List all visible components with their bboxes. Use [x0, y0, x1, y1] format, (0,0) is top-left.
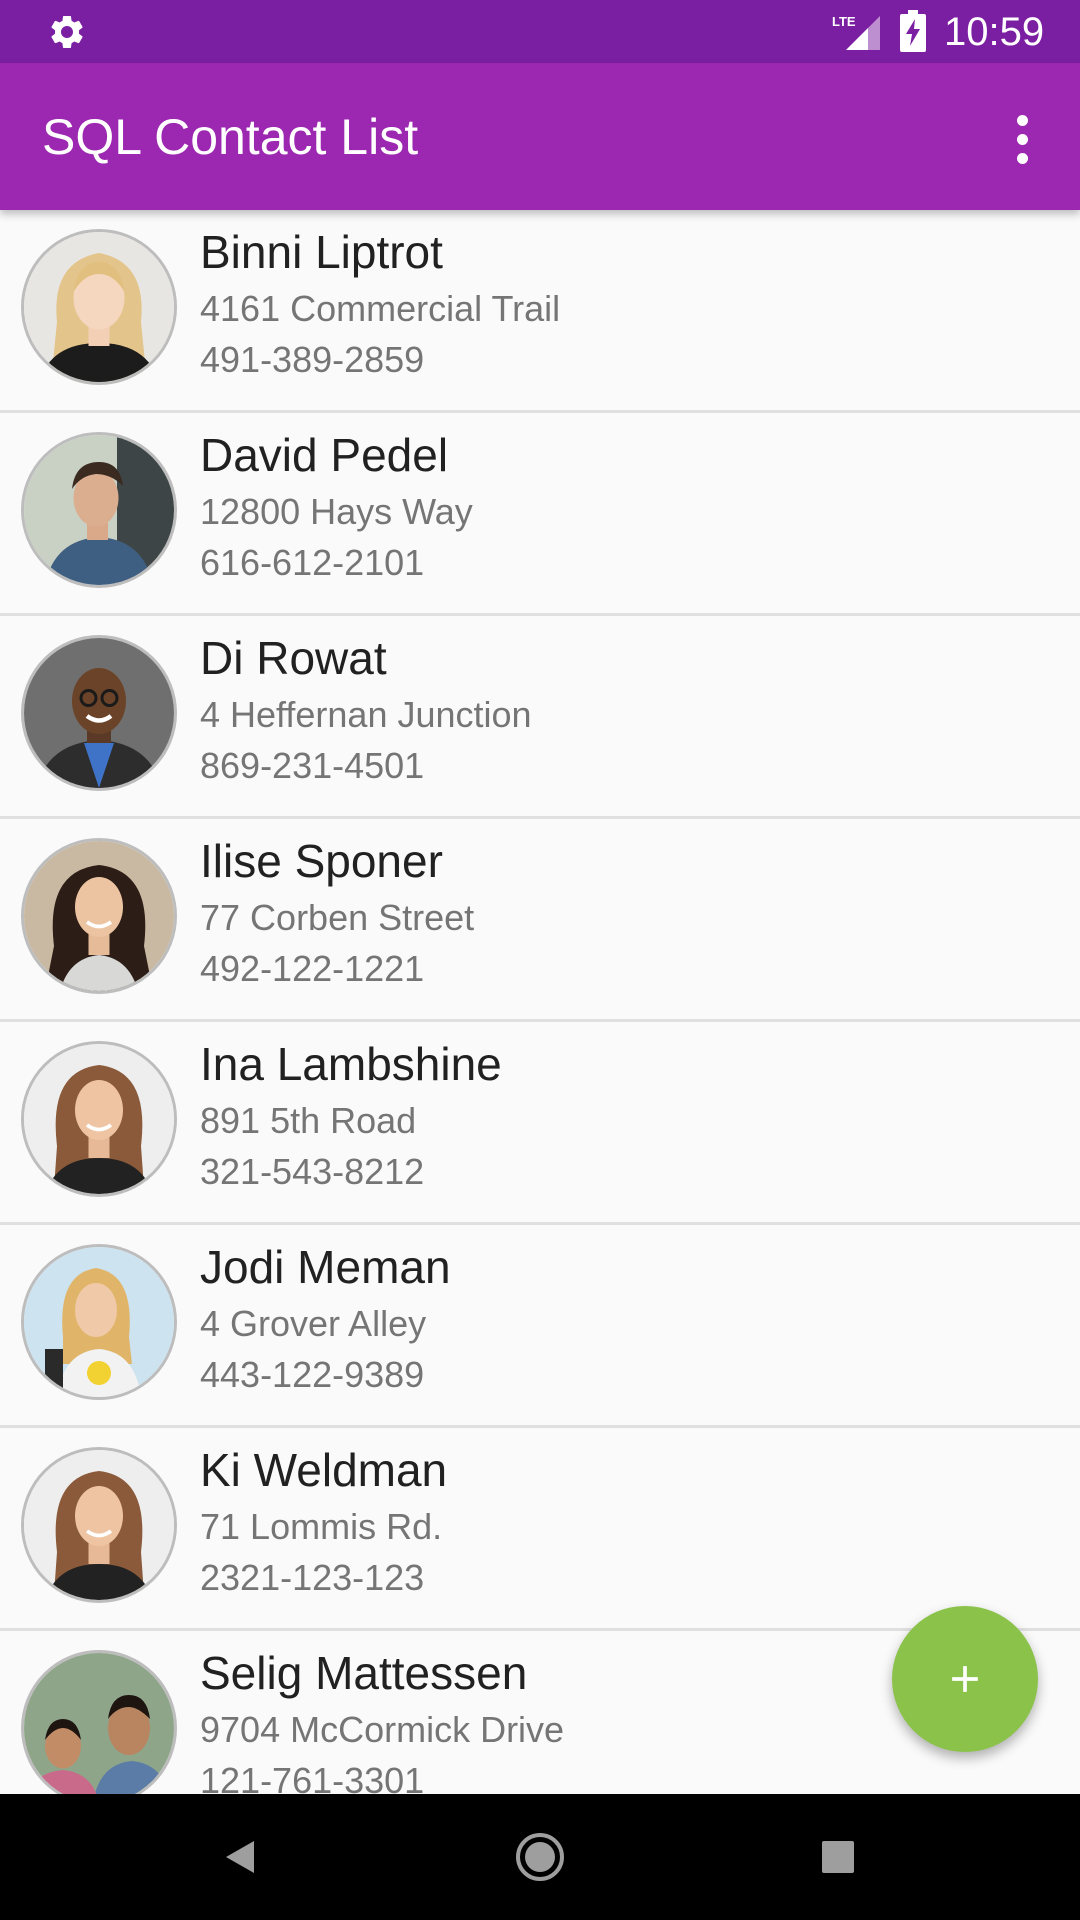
contact-item-ki-weldman[interactable]: Ki Weldman 71 Lommis Rd. 2321-123-123	[0, 1428, 1080, 1631]
app-toolbar: SQL Contact List	[0, 63, 1080, 210]
app-screen: LTE 10:59 SQL Contact List Binni Liptrot…	[0, 0, 1080, 1920]
settings-icon	[51, 15, 83, 48]
system-navigation-bar	[0, 1794, 1080, 1920]
overflow-menu-icon[interactable]	[1000, 109, 1044, 169]
contact-address: 4161 Commercial Trail	[200, 288, 561, 329]
contact-address: 4 Grover Alley	[200, 1303, 427, 1344]
contact-phone: 492-122-1221	[200, 948, 425, 989]
contact-list: Binni Liptrot 4161 Commercial Trail 491-…	[0, 210, 1080, 1794]
contact-avatar	[21, 1041, 177, 1197]
contact-name: Ki Weldman	[200, 1444, 448, 1496]
contact-address: 12800 Hays Way	[200, 491, 473, 532]
contact-item-binni-liptrot[interactable]: Binni Liptrot 4161 Commercial Trail 491-…	[0, 210, 1080, 413]
add-icon	[952, 1666, 978, 1692]
contact-address: 891 5th Road	[200, 1100, 417, 1141]
battery-charging-icon	[900, 10, 926, 52]
recents-button[interactable]	[805, 1824, 871, 1890]
status-bar: LTE 10:59	[0, 0, 1080, 63]
contact-name: Binni Liptrot	[200, 226, 443, 278]
recents-icon	[822, 1841, 854, 1873]
contact-name: David Pedel	[200, 429, 449, 481]
contact-avatar	[21, 229, 177, 385]
contact-item-di-rowat[interactable]: Di Rowat 4 Heffernan Junction 869-231-45…	[0, 616, 1080, 819]
contact-address: 77 Corben Street	[200, 897, 475, 938]
contact-name: Di Rowat	[200, 632, 387, 684]
contact-phone: 121-761-3301	[200, 1760, 425, 1794]
back-button[interactable]	[207, 1824, 273, 1890]
contact-name: Ilise Sponer	[200, 835, 443, 887]
add-contact-button[interactable]	[892, 1606, 1038, 1752]
home-icon	[516, 1833, 564, 1881]
contact-avatar	[21, 635, 177, 791]
contact-avatar	[21, 838, 177, 994]
svg-text:LTE: LTE	[832, 14, 856, 29]
contact-avatar	[21, 1244, 177, 1400]
contact-phone: 2321-123-123	[200, 1557, 425, 1598]
contact-item-ilise-sponer[interactable]: Ilise Sponer 77 Corben Street 492-122-12…	[0, 819, 1080, 1022]
contact-phone: 869-231-4501	[200, 745, 425, 786]
contact-address: 9704 McCormick Drive	[200, 1709, 565, 1750]
back-icon	[226, 1841, 254, 1873]
contact-phone: 321-543-8212	[200, 1151, 425, 1192]
contact-item-jodi-meman[interactable]: Jodi Meman 4 Grover Alley 443-122-9389	[0, 1225, 1080, 1428]
home-button[interactable]	[507, 1824, 573, 1890]
contact-avatar	[21, 1447, 177, 1603]
contact-item-ina-lambshine[interactable]: Ina Lambshine 891 5th Road 321-543-8212	[0, 1022, 1080, 1225]
contact-name: Selig Mattessen	[200, 1647, 528, 1699]
contact-item-david-pedel[interactable]: David Pedel 12800 Hays Way 616-612-2101	[0, 413, 1080, 616]
lte-signal-icon: LTE	[832, 14, 880, 50]
contact-phone: 616-612-2101	[200, 542, 425, 583]
contact-phone: 491-389-2859	[200, 339, 425, 380]
status-time: 10:59	[944, 10, 1045, 54]
contact-name: Jodi Meman	[200, 1241, 451, 1293]
contact-address: 4 Heffernan Junction	[200, 694, 532, 735]
page-title: SQL Contact List	[42, 109, 419, 165]
contact-name: Ina Lambshine	[200, 1038, 502, 1090]
contact-address: 71 Lommis Rd.	[200, 1506, 443, 1547]
contact-avatar	[21, 1650, 177, 1794]
contact-avatar	[21, 432, 177, 588]
contact-phone: 443-122-9389	[200, 1354, 425, 1395]
